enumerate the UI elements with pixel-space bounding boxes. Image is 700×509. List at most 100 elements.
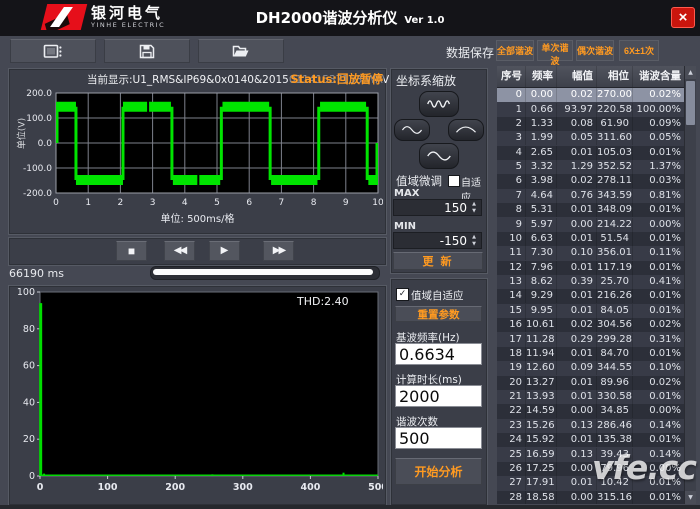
- stop-button[interactable]: ■: [116, 241, 147, 261]
- table-cell: 7: [497, 189, 526, 203]
- table-cell: 343.59: [597, 189, 633, 203]
- table-row[interactable]: 1711.280.29299.280.31%: [497, 332, 696, 346]
- max-label: MAX: [394, 188, 419, 199]
- scroll-down-icon[interactable]: ▼: [685, 491, 696, 504]
- table-header-cell[interactable]: 序号: [497, 66, 526, 87]
- play-button[interactable]: ▶: [209, 241, 240, 261]
- elapsed-time-label: 66190 ms: [9, 267, 64, 280]
- table-row[interactable]: 1811.940.0184.700.01%: [497, 347, 696, 361]
- transport-panel: ■ ◀◀ ▶ ▶▶: [8, 237, 387, 266]
- table-cell: 2.65: [526, 146, 557, 160]
- table-cell: 11.28: [526, 333, 557, 347]
- table-row[interactable]: 00.000.02270.000.02%: [497, 88, 696, 102]
- table-row[interactable]: 149.290.01216.260.01%: [497, 289, 696, 303]
- svg-text:10: 10: [372, 198, 383, 208]
- table-cell: 17.91: [526, 476, 557, 490]
- table-row[interactable]: 2818.580.00315.160.01%: [497, 491, 696, 505]
- table-cell: 286.46: [597, 419, 633, 433]
- table-row[interactable]: 2415.920.01135.380.01%: [497, 433, 696, 447]
- zoom-left-button[interactable]: [394, 119, 430, 141]
- table-row[interactable]: 2013.270.0189.960.02%: [497, 376, 696, 390]
- table-row[interactable]: 21.330.0861.900.09%: [497, 117, 696, 131]
- table-cell: 3: [497, 131, 526, 145]
- table-row[interactable]: 31.990.05311.600.05%: [497, 131, 696, 145]
- table-row[interactable]: 127.960.01117.190.01%: [497, 261, 696, 275]
- rewind-button[interactable]: ◀◀: [164, 241, 195, 261]
- table-row[interactable]: 85.310.01348.090.01%: [497, 203, 696, 217]
- table-cell: 7.96: [526, 261, 557, 275]
- auto-range-label: 值域自适应: [411, 288, 464, 303]
- open-file-button[interactable]: [198, 39, 284, 63]
- svg-text:0.0: 0.0: [38, 139, 53, 149]
- update-button[interactable]: 更 新: [393, 252, 483, 270]
- zoom-up-button[interactable]: [419, 91, 459, 117]
- spinner-arrows-icon[interactable]: ▲▼: [469, 201, 479, 215]
- table-row[interactable]: 117.300.10356.010.11%: [497, 246, 696, 260]
- table-scrollbar[interactable]: ▲ ▼: [684, 66, 696, 504]
- table-row[interactable]: 2113.930.01330.580.01%: [497, 390, 696, 404]
- table-row[interactable]: 1912.600.09344.550.10%: [497, 361, 696, 375]
- reset-params-button[interactable]: 重置参数: [395, 306, 482, 322]
- table-cell: 0.01%: [633, 261, 685, 275]
- table-row[interactable]: 63.980.02278.110.03%: [497, 174, 696, 188]
- table-row[interactable]: 138.620.3925.700.41%: [497, 275, 696, 289]
- filter-6x1-button[interactable]: 6X±1次: [619, 40, 659, 61]
- table-cell: 0.01: [557, 476, 597, 490]
- table-row[interactable]: 10.6693.97220.58100.00%: [497, 102, 696, 116]
- table-header-cell[interactable]: 幅值: [557, 66, 597, 87]
- device-button[interactable]: [10, 39, 96, 63]
- table-cell: 0.01: [557, 146, 597, 160]
- table-row[interactable]: 95.970.00214.220.00%: [497, 217, 696, 231]
- table-cell: 356.01: [597, 246, 633, 260]
- svg-text:20: 20: [23, 434, 35, 445]
- coordinate-zoom-panel: 坐标系缩放 值域微调 自适应 MAX 150 ▲▼: [390, 68, 488, 274]
- table-cell: 0.13: [557, 448, 597, 462]
- table-header-cell[interactable]: 相位: [597, 66, 633, 87]
- table-cell: 7.30: [526, 246, 557, 260]
- table-row[interactable]: 1610.610.02304.560.02%: [497, 318, 696, 332]
- scroll-up-icon[interactable]: ▲: [685, 66, 696, 79]
- table-cell: 24: [497, 433, 526, 447]
- table-cell: 0.11%: [633, 246, 685, 260]
- scrollbar-thumb[interactable]: [686, 81, 695, 125]
- table-row[interactable]: 2214.590.0034.850.00%: [497, 404, 696, 418]
- zoom-right-button[interactable]: [448, 119, 484, 141]
- harmonic-order-input[interactable]: [395, 427, 482, 449]
- spinner-arrows-icon[interactable]: ▲▼: [469, 234, 479, 248]
- table-row[interactable]: 42.650.01105.030.01%: [497, 146, 696, 160]
- fundamental-freq-input[interactable]: [395, 343, 482, 365]
- table-cell: 0.01: [557, 433, 597, 447]
- filter-all-harmonics-button[interactable]: 全部谐波: [496, 40, 534, 61]
- table-row[interactable]: 74.640.76343.590.81%: [497, 189, 696, 203]
- calc-duration-input[interactable]: [395, 385, 482, 407]
- table-cell: 0.10: [557, 246, 597, 260]
- filter-even-harmonics-button[interactable]: 偶次谐波: [576, 40, 614, 61]
- table-row[interactable]: 53.321.29352.521.37%: [497, 160, 696, 174]
- playback-progress-slider[interactable]: [150, 266, 380, 280]
- table-cell: 0.03%: [633, 174, 685, 188]
- min-value-spinner[interactable]: -150 ▲▼: [393, 232, 482, 249]
- table-header-cell[interactable]: 谐波含量: [633, 66, 685, 87]
- max-value-spinner[interactable]: 150 ▲▼: [393, 199, 482, 216]
- play-icon: ▶: [221, 245, 229, 256]
- table-row[interactable]: 2315.260.13286.460.14%: [497, 419, 696, 433]
- table-cell: 0.39: [557, 275, 597, 289]
- svg-text:0: 0: [37, 482, 44, 493]
- app-version: Ver 1.0: [404, 15, 444, 26]
- table-row[interactable]: 106.630.0151.540.01%: [497, 232, 696, 246]
- fast-forward-button[interactable]: ▶▶: [263, 241, 294, 261]
- filter-single-harmonic-button[interactable]: 单次谐波: [537, 40, 573, 61]
- auto-range-checkbox[interactable]: ✓: [396, 288, 409, 301]
- svg-text:7: 7: [279, 198, 285, 208]
- spectrum-panel: 0204060801000100200300400500 THD:2.40: [8, 285, 387, 506]
- range-fine-tune-title: 值域微调: [396, 173, 442, 189]
- table-row[interactable]: 159.950.0184.050.01%: [497, 304, 696, 318]
- folder-open-icon: [232, 44, 250, 58]
- table-cell: 0.01%: [633, 203, 685, 217]
- table-header-cell[interactable]: 频率: [526, 66, 557, 87]
- auto-adapt-checkbox[interactable]: [448, 175, 460, 187]
- start-analysis-button[interactable]: 开始分析: [395, 458, 482, 485]
- save-button[interactable]: [104, 39, 190, 63]
- zoom-down-button[interactable]: [419, 143, 459, 169]
- close-button[interactable]: ×: [671, 7, 695, 28]
